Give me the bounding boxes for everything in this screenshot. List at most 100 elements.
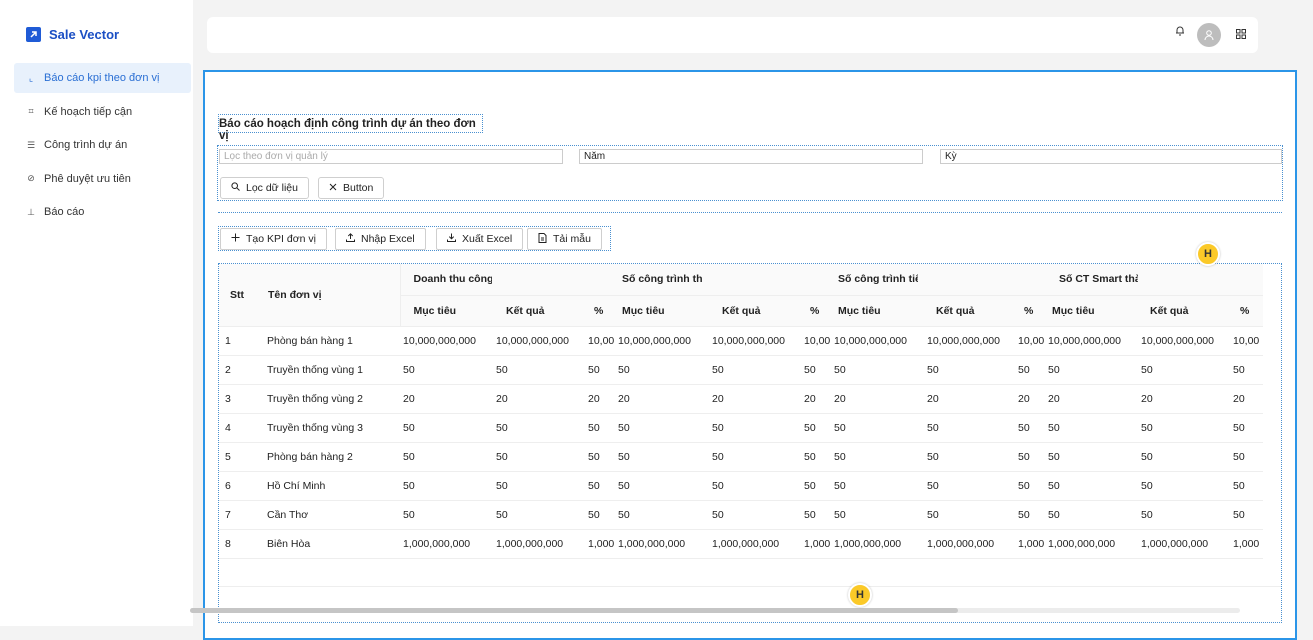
cell-result: 50 <box>491 471 583 501</box>
cell-percent: 20 <box>1228 384 1263 414</box>
cell-unit-name: Truyền thống vùng 3 <box>257 413 400 443</box>
cell-stt: 4 <box>219 413 257 443</box>
table-row[interactable]: 7 Cần Thơ 50 50 50 50 50 50 50 50 50 50 50 50 <box>219 500 1263 530</box>
cell-result: 50 <box>922 355 1013 385</box>
subheader-result: Kết quả <box>922 295 1013 327</box>
cell-result: 20 <box>707 384 799 414</box>
cell-percent: 50 <box>1013 413 1045 443</box>
bell-icon[interactable] <box>1175 25 1185 39</box>
download-template-button[interactable]: Tải mẫu <box>527 228 602 250</box>
export-excel-button[interactable]: Xuất Excel <box>436 228 524 250</box>
cell-percent: 50 <box>1013 500 1045 530</box>
cell-result: 50 <box>491 500 583 530</box>
file-icon <box>538 232 547 246</box>
period-select[interactable]: Kỳ <box>940 149 1282 164</box>
sidebar-item-label: Báo cáo kpi theo đơn vị <box>44 72 160 84</box>
sidebar-item-label: Phê duyệt ưu tiên <box>44 172 131 185</box>
clear-button[interactable]: Button <box>318 177 385 199</box>
brand[interactable]: Sale Vector <box>26 27 119 42</box>
download-icon <box>447 233 456 245</box>
cell-target: 50 <box>400 355 491 385</box>
cell-percent: 50 <box>1228 355 1263 385</box>
sidebar-item-projects[interactable]: ☰ Công trình dự án <box>14 130 191 160</box>
cell-percent: 50 <box>583 413 615 443</box>
cell-result: 50 <box>1136 413 1228 443</box>
cell-percent: 20 <box>1013 384 1045 414</box>
cell-result: 50 <box>922 413 1013 443</box>
year-select[interactable]: Năm <box>579 149 923 164</box>
header-group-smart: Số CT Smart thà <box>1045 264 1263 296</box>
unit-filter-input[interactable]: Lọc theo đơn vị quản lý <box>219 149 563 164</box>
scrollbar-thumb[interactable] <box>190 608 958 613</box>
cell-stt: 7 <box>219 500 257 530</box>
filter-data-button[interactable]: Lọc dữ liệu <box>220 177 309 199</box>
import-excel-button[interactable]: Nhập Excel <box>335 228 426 250</box>
check-circle-icon: ⊘ <box>27 173 35 183</box>
cell-target: 20 <box>831 384 922 414</box>
cell-result: 50 <box>1136 442 1228 472</box>
cell-target: 50 <box>831 471 922 501</box>
horizontal-scrollbar[interactable] <box>190 608 1240 613</box>
upload-icon <box>346 233 355 245</box>
sidebar-item-kpi-report[interactable]: ⌞ Báo cáo kpi theo đơn vị <box>14 63 191 93</box>
avatar[interactable] <box>1197 23 1221 47</box>
import-excel-label: Nhập Excel <box>361 233 415 245</box>
cell-percent: 10,00 <box>1013 326 1045 356</box>
table-row[interactable]: 5 Phòng bán hàng 2 50 50 50 50 50 50 50 50 50 50 50 5… <box>219 442 1263 472</box>
sidebar-item-reports[interactable]: ⊥ Báo cáo <box>14 197 191 227</box>
table-row[interactable]: 3 Truyền thống vùng 2 20 20 20 20 20 20 20 20 20 20… <box>219 384 1263 414</box>
cell-target: 50 <box>831 500 922 530</box>
table-row[interactable]: 8 Biên Hòa 1,000,000,000 1,000,000,000 1,000… <box>219 529 1263 559</box>
cell-result: 10,000,000,000 <box>1136 326 1228 356</box>
table-row[interactable]: 4 Truyền thống vùng 3 50 50 50 50 50 50 50 50 50 50… <box>219 413 1263 443</box>
table-row[interactable]: 2 Truyền thống vùng 1 50 50 50 50 50 50 50 50 50 50… <box>219 355 1263 385</box>
cell-percent: 10,00 <box>583 326 615 356</box>
cell-percent: 20 <box>799 384 831 414</box>
table-row[interactable]: 1 Phòng bán hàng 1 10,000,000,000 10,000,00… <box>219 326 1263 356</box>
cell-result: 50 <box>707 471 799 501</box>
cell-target: 1,000,000,000 <box>400 529 491 559</box>
sidebar-item-label: Công trình dự án <box>44 139 128 151</box>
cell-target: 50 <box>1045 355 1136 385</box>
cell-target: 50 <box>400 413 491 443</box>
cell-target: 10,000,000,000 <box>615 326 707 356</box>
download-template-label: Tải mẫu <box>553 233 591 245</box>
cell-target: 50 <box>615 413 707 443</box>
cell-stt: 1 <box>219 326 257 356</box>
cell-result: 50 <box>491 413 583 443</box>
subheader-target: Mục tiêu <box>831 295 922 327</box>
cell-target: 50 <box>615 471 707 501</box>
cell-result: 50 <box>1136 355 1228 385</box>
header-group-revenue: Doanh thu công t <box>400 264 615 296</box>
kpi-table-container: Stt Tên đơn vị Doanh thu công t Số công … <box>218 263 1282 623</box>
cell-percent: 50 <box>1228 442 1263 472</box>
cell-percent: 50 <box>1013 442 1045 472</box>
cell-stt: 8 <box>219 529 257 559</box>
helper-badge[interactable]: H <box>848 583 872 607</box>
create-kpi-button[interactable]: Tạo KPI đơn vị <box>220 228 327 250</box>
filter-data-label: Lọc dữ liệu <box>246 182 298 194</box>
helper-badge[interactable]: H <box>1196 242 1220 266</box>
cell-result: 50 <box>491 442 583 472</box>
cell-target: 50 <box>1045 442 1136 472</box>
cell-percent: 50 <box>799 500 831 530</box>
sidebar-item-approach-plan[interactable]: ⌗ Kế hoạch tiếp cận <box>14 97 191 127</box>
export-excel-label: Xuất Excel <box>462 233 513 245</box>
cell-percent: 20 <box>583 384 615 414</box>
cell-target: 50 <box>400 442 491 472</box>
cell-unit-name: Cần Thơ <box>257 500 400 530</box>
cell-target: 50 <box>615 355 707 385</box>
cell-target: 50 <box>831 413 922 443</box>
close-icon <box>329 182 337 194</box>
page-title: Báo cáo hoạch định công trình dự án theo… <box>218 114 483 142</box>
cell-result: 50 <box>491 355 583 385</box>
cell-target: 50 <box>400 500 491 530</box>
cell-result: 20 <box>1136 384 1228 414</box>
table-row[interactable]: 6 Hồ Chí Minh 50 50 50 50 50 50 50 50 50 50 50 50 <box>219 471 1263 501</box>
cell-result: 50 <box>922 442 1013 472</box>
apps-grid-icon[interactable] <box>1236 29 1246 42</box>
sidebar-item-priority-approval[interactable]: ⊘ Phê duyệt ưu tiên <box>14 164 191 194</box>
cell-target: 50 <box>1045 500 1136 530</box>
cell-percent: 50 <box>1228 413 1263 443</box>
cell-percent: 10,00 <box>799 326 831 356</box>
